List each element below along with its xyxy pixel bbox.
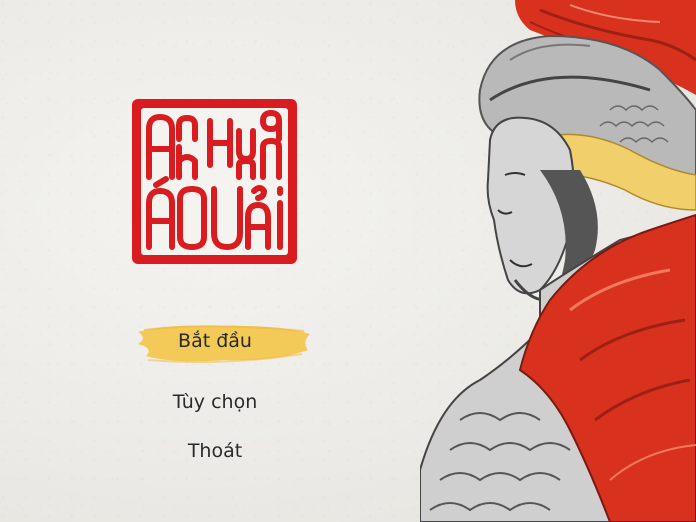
menu-start-button[interactable]: Bắt đầu: [120, 322, 310, 363]
game-logo-seal: [132, 99, 297, 264]
menu-quit-label: Thoát: [187, 440, 243, 462]
warrior-icon: [419, 0, 696, 522]
menu-options-label: Tùy chọn: [172, 391, 258, 413]
title-screen: Bắt đầu Tùy chọn Thoát: [0, 0, 696, 522]
seal-logo-icon: [132, 99, 297, 264]
menu-start-label: Bắt đầu: [178, 330, 252, 352]
menu-options-button[interactable]: Tùy chọn: [120, 383, 310, 421]
menu-quit-button[interactable]: Thoát: [120, 432, 310, 470]
warrior-portrait-illustration: [419, 0, 696, 522]
